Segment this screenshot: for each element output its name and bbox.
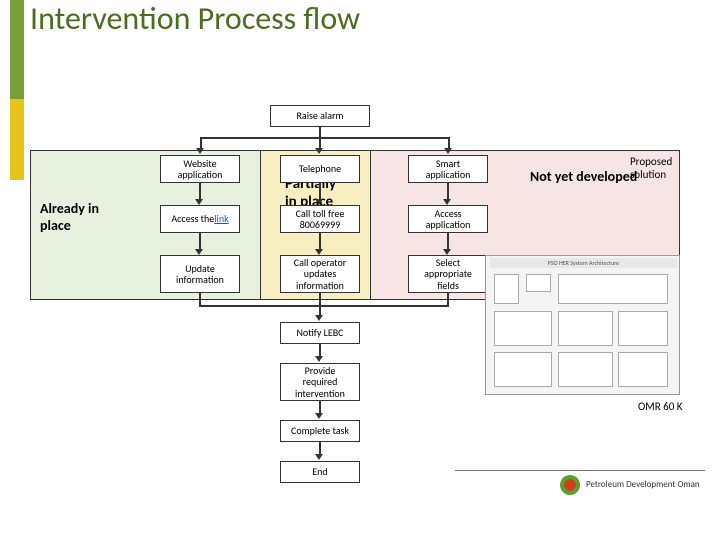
node-call-toll-free: Call toll free 80069999 — [280, 205, 360, 233]
arch-box — [494, 352, 552, 387]
node-access-application: Access application — [408, 205, 488, 233]
arrow-icon — [315, 413, 323, 419]
arch-box — [558, 311, 613, 346]
arch-box — [618, 311, 668, 346]
pdo-logo-text: Petroleum Development Oman — [586, 480, 700, 490]
pdo-logo: Petroleum Development Oman — [560, 475, 700, 495]
arrow-icon — [444, 148, 452, 154]
label-already-in-place: Already in place — [40, 200, 99, 234]
page-title: Intervention Process flow — [30, 2, 360, 36]
arrow-icon — [315, 454, 323, 460]
node-update-information: Update information — [160, 255, 240, 293]
architecture-image: PSO HER System Architecture — [485, 255, 680, 395]
node-select-fields: Select appropriate fields — [408, 255, 488, 293]
arch-box — [494, 274, 519, 304]
node-notify-lebc: Notify LEBC — [280, 322, 360, 344]
connector — [200, 137, 450, 139]
node-raise-alarm: Raise alarm — [270, 105, 370, 127]
node-access-link: Access the link — [160, 205, 240, 233]
node-smart-application: Smart application — [408, 155, 488, 183]
connector — [199, 305, 449, 307]
flow-diagram: Already in place Partially in place Not … — [0, 100, 720, 530]
connector — [199, 293, 201, 305]
arch-title: PSO HER System Architecture — [490, 258, 677, 268]
pdo-logo-mark — [560, 475, 580, 495]
arch-box — [558, 274, 668, 304]
arch-box — [558, 352, 613, 387]
arch-box — [494, 311, 552, 346]
node-call-operator-updates: Call operator updates information — [280, 255, 360, 293]
node-complete-task: Complete task — [280, 420, 360, 442]
divider — [455, 470, 705, 471]
arrow-icon — [315, 148, 323, 154]
arch-box — [618, 352, 668, 387]
connector — [319, 127, 321, 137]
access-link-link[interactable]: link — [214, 213, 228, 225]
cost-label: OMR 60 K — [638, 400, 683, 413]
node-telephone: Telephone — [280, 155, 360, 183]
arrow-icon — [315, 356, 323, 362]
connector — [319, 293, 321, 317]
node-end: End — [280, 461, 360, 483]
label-proposed-solution: Proposed solution — [630, 155, 672, 181]
arrow-icon — [196, 148, 204, 154]
node-provide-intervention: Provide required intervention — [280, 363, 360, 401]
arch-box — [526, 274, 551, 292]
node-website-application: Website application — [160, 155, 240, 183]
label-not-yet-developed: Not yet developed — [530, 168, 637, 185]
arrow-icon — [315, 315, 323, 321]
connector — [447, 293, 449, 305]
access-link-text: Access the — [171, 213, 214, 225]
